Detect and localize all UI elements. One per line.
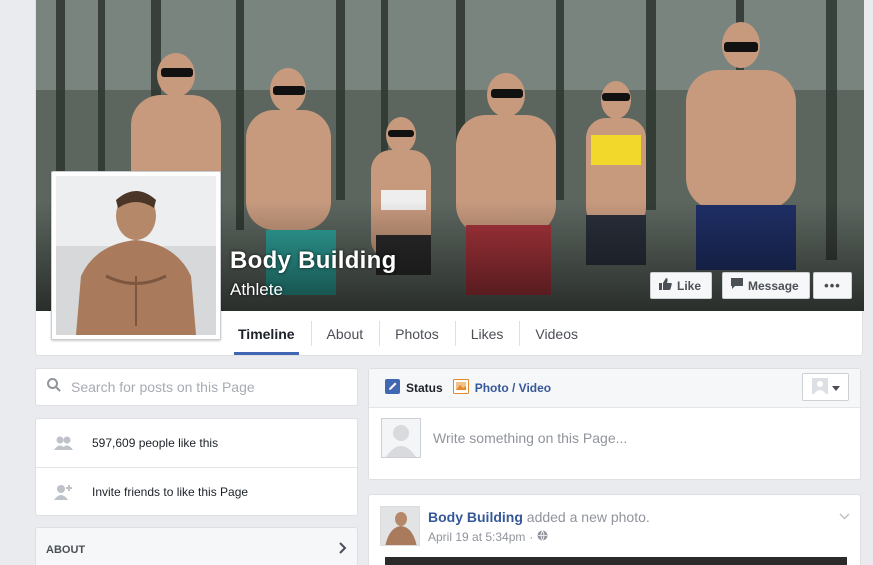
page-name[interactable]: Body Building	[230, 247, 397, 275]
post-options-chevron-icon[interactable]	[839, 507, 850, 525]
tab-timeline[interactable]: Timeline	[222, 312, 311, 355]
post-header: Body Building added a new photo.	[428, 509, 650, 525]
page-stats-card: 597,609 people like this Invite friends …	[35, 418, 358, 516]
about-section-header[interactable]: ABOUT	[35, 527, 358, 565]
likes-count-text: 597,609 people like this	[92, 436, 219, 450]
search-icon	[47, 377, 61, 397]
tab-likes[interactable]: Likes	[454, 312, 520, 355]
composer-tabs: Status Photo / Video	[369, 369, 860, 408]
page-header: Body Building Athlete Like Message ••• T…	[35, 0, 864, 356]
pencil-icon	[385, 379, 400, 397]
add-friend-icon	[54, 484, 76, 500]
globe-icon[interactable]	[537, 530, 548, 544]
page-category[interactable]: Athlete	[230, 280, 283, 300]
like-page-button[interactable]: Like	[650, 272, 712, 299]
post-author-name[interactable]: Body Building	[428, 509, 523, 525]
composer-body	[369, 408, 860, 468]
tab-videos[interactable]: Videos	[519, 312, 594, 355]
user-avatar-placeholder	[381, 418, 421, 458]
message-bubble-icon	[731, 278, 743, 293]
post-timestamp[interactable]: April 19 at 5:34pm	[428, 530, 525, 544]
invite-friends-row[interactable]: Invite friends to like this Page	[36, 467, 357, 515]
photo-icon	[452, 379, 469, 397]
timeline-post: Body Building added a new photo. April 1…	[368, 494, 861, 565]
likes-count-row[interactable]: 597,609 people like this	[36, 419, 357, 467]
tab-photos[interactable]: Photos	[379, 312, 455, 355]
composer-input[interactable]	[433, 430, 833, 446]
more-options-button[interactable]: •••	[813, 272, 852, 299]
post-composer: Status Photo / Video	[368, 368, 861, 480]
audience-selector[interactable]	[802, 373, 849, 401]
caret-down-icon	[831, 380, 840, 394]
invite-friends-text: Invite friends to like this Page	[92, 484, 249, 499]
photo-video-tab[interactable]: Photo / Video	[452, 379, 552, 397]
photo-video-tab-label: Photo / Video	[474, 381, 552, 395]
more-dots-icon: •••	[824, 278, 841, 293]
chevron-right-icon	[339, 542, 347, 557]
people-icon	[54, 436, 76, 450]
like-button-label: Like	[677, 278, 702, 293]
status-tab-label: Status	[406, 381, 443, 395]
profile-picture[interactable]	[51, 171, 221, 340]
post-author-avatar[interactable]	[380, 506, 420, 546]
page-post-search	[35, 368, 358, 406]
message-button[interactable]: Message	[722, 272, 810, 299]
tab-about[interactable]: About	[310, 312, 380, 355]
message-button-label: Message	[748, 278, 799, 293]
status-tab[interactable]: Status	[385, 379, 443, 397]
search-input[interactable]	[71, 379, 331, 395]
separator-dot: ·	[529, 530, 534, 544]
post-meta: April 19 at 5:34pm ·	[428, 530, 548, 544]
post-photo[interactable]	[385, 557, 847, 565]
about-section-label: ABOUT	[46, 543, 86, 556]
thumbs-up-icon	[659, 278, 672, 293]
profile-photo-image	[56, 176, 216, 335]
post-action-text: added a new photo.	[526, 509, 650, 525]
person-silhouette-icon	[811, 377, 828, 397]
page-tabs: Timeline About Photos Likes Videos	[222, 312, 594, 355]
